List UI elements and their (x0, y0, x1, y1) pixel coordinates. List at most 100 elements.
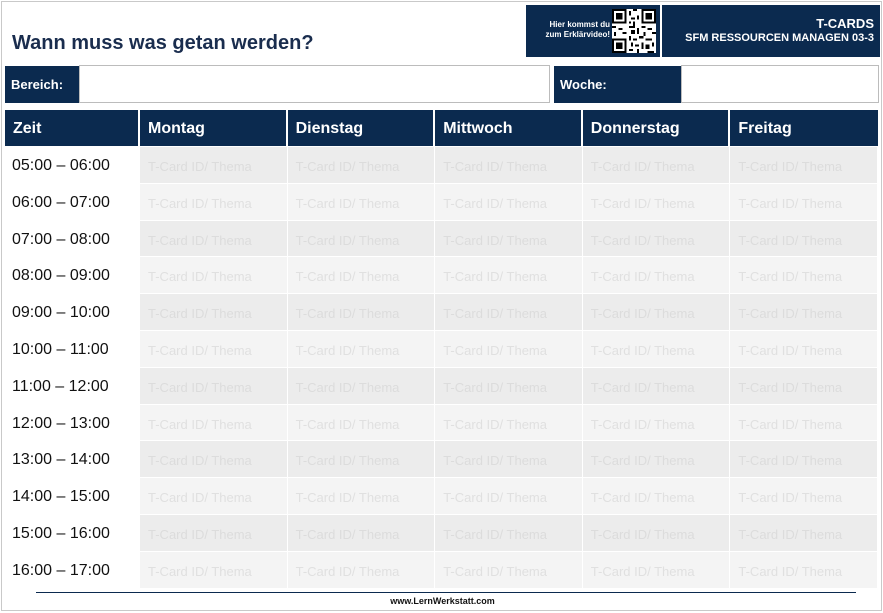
tcard-slot-dienstag[interactable]: T-Card ID/ Thema (287, 477, 436, 514)
tcard-slot-dienstag[interactable]: T-Card ID/ Thema (287, 329, 436, 367)
tcard-slot-mittwoch[interactable]: T-Card ID/ Thema (435, 477, 583, 514)
tcard-slot-montag[interactable]: T-Card ID/ Thema (140, 146, 288, 183)
tcard-slot-donnerstag[interactable]: T-Card ID/ Thema (582, 256, 731, 294)
time-slot-label: 07:00 – 08:00 (5, 219, 140, 257)
tcard-slot-dienstag[interactable]: T-Card ID/ Thema (287, 256, 436, 294)
tcard-slot-montag[interactable]: T-Card ID/ Thema (140, 550, 288, 588)
table-row: 11:00 – 12:00 T-Card ID/ Thema T-Card ID/ … (5, 366, 878, 404)
table-row: 13:00 – 14:00 T-Card ID/ Thema T-Card ID/ … (5, 440, 878, 478)
tcard-slot-montag[interactable]: T-Card ID/ Thema (140, 440, 288, 478)
tcard-slot-montag[interactable]: T-Card ID/ Thema (140, 219, 288, 257)
tcard-slot-mittwoch[interactable]: T-Card ID/ Thema (435, 513, 583, 551)
tcard-slot-mittwoch[interactable]: T-Card ID/ Thema (435, 219, 583, 257)
tcard-slot-mittwoch[interactable]: T-Card ID/ Thema (435, 256, 583, 294)
tcard-slot-donnerstag[interactable]: T-Card ID/ Thema (582, 293, 731, 330)
tcard-slot-dienstag[interactable]: T-Card ID/ Thema (287, 366, 436, 404)
tcard-slot-freitag[interactable]: T-Card ID/ Thema (730, 477, 878, 514)
tcard-slot-montag[interactable]: T-Card ID/ Thema (140, 513, 288, 551)
tcard-slot-mittwoch[interactable]: T-Card ID/ Thema (435, 182, 583, 220)
time-slot-label: 15:00 – 16:00 (5, 513, 140, 551)
tcard-slot-dienstag[interactable]: T-Card ID/ Thema (287, 146, 436, 183)
tcard-slot-freitag[interactable]: T-Card ID/ Thema (730, 329, 878, 367)
brand-box: T-CARDS SFM RESSOURCEN MANAGEN 03-3 (662, 5, 880, 57)
column-header-mittwoch: Mittwoch (435, 110, 583, 146)
column-header-montag: Montag (140, 110, 288, 146)
tcard-slot-mittwoch[interactable]: T-Card ID/ Thema (435, 403, 583, 441)
time-slot-label: 14:00 – 15:00 (5, 477, 140, 514)
tcard-slot-dienstag[interactable]: T-Card ID/ Thema (287, 550, 436, 588)
table-row: 08:00 – 09:00 T-Card ID/ Thema T-Card ID/ … (5, 256, 878, 294)
time-slot-label: 13:00 – 14:00 (5, 440, 140, 478)
tcard-slot-freitag[interactable]: T-Card ID/ Thema (730, 146, 878, 183)
tcard-slot-montag[interactable]: T-Card ID/ Thema (140, 182, 288, 220)
column-header-donnerstag: Donnerstag (582, 110, 731, 146)
brand-title: T-CARDS (816, 16, 874, 31)
tcard-slot-mittwoch[interactable]: T-Card ID/ Thema (435, 366, 583, 404)
tcard-slot-dienstag[interactable]: T-Card ID/ Thema (287, 513, 436, 551)
tcard-slot-montag[interactable]: T-Card ID/ Thema (140, 477, 288, 514)
tcard-slot-mittwoch[interactable]: T-Card ID/ Thema (435, 146, 583, 183)
tcard-slot-donnerstag[interactable]: T-Card ID/ Thema (582, 329, 731, 367)
tcard-slot-freitag[interactable]: T-Card ID/ Thema (730, 513, 878, 551)
tcard-slot-mittwoch[interactable]: T-Card ID/ Thema (435, 329, 583, 367)
tcard-slot-donnerstag[interactable]: T-Card ID/ Thema (582, 550, 731, 588)
qr-code-icon[interactable] (612, 9, 656, 53)
footer-url[interactable]: www.LernWerkstatt.com (2, 596, 883, 606)
tcard-slot-donnerstag[interactable]: T-Card ID/ Thema (582, 219, 731, 257)
tcard-slot-dienstag[interactable]: T-Card ID/ Thema (287, 219, 436, 257)
tcard-slot-dienstag[interactable]: T-Card ID/ Thema (287, 293, 436, 330)
time-slot-label: 08:00 – 09:00 (5, 256, 140, 294)
footer-divider (36, 592, 856, 593)
bereich-input[interactable] (79, 65, 550, 103)
tcard-slot-freitag[interactable]: T-Card ID/ Thema (730, 182, 878, 220)
table-row: 12:00 – 13:00 T-Card ID/ Thema T-Card ID/ … (5, 403, 878, 441)
column-header-zeit: Zeit (5, 110, 140, 146)
bereich-label: Bereich: (5, 66, 79, 103)
tcard-slot-dienstag[interactable]: T-Card ID/ Thema (287, 182, 436, 220)
tcard-slot-montag[interactable]: T-Card ID/ Thema (140, 403, 288, 441)
worksheet-page: Wann muss was getan werden? Hier kommst … (1, 1, 882, 611)
table-row: 05:00 – 06:00 T-Card ID/ Thema T-Card ID/ … (5, 146, 878, 183)
tcard-slot-montag[interactable]: T-Card ID/ Thema (140, 293, 288, 330)
time-slot-label: 16:00 – 17:00 (5, 550, 140, 588)
table-row: 16:00 – 17:00 T-Card ID/ Thema T-Card ID/ … (5, 550, 878, 588)
tcard-slot-montag[interactable]: T-Card ID/ Thema (140, 256, 288, 294)
woche-input[interactable] (681, 65, 879, 103)
tcard-slot-donnerstag[interactable]: T-Card ID/ Thema (582, 182, 731, 220)
time-slot-label: 11:00 – 12:00 (5, 366, 140, 404)
table-header-row: Zeit Montag Dienstag Mittwoch Donnerstag Frei… (5, 110, 878, 146)
tcard-slot-freitag[interactable]: T-Card ID/ Thema (730, 366, 878, 404)
tcard-slot-freitag[interactable]: T-Card ID/ Thema (730, 403, 878, 441)
table-row: 10:00 – 11:00 T-Card ID/ Thema T-Card ID/ … (5, 329, 878, 367)
tcard-slot-freitag[interactable]: T-Card ID/ Thema (730, 256, 878, 294)
tcard-slot-montag[interactable]: T-Card ID/ Thema (140, 329, 288, 367)
time-slot-label: 06:00 – 07:00 (5, 182, 140, 220)
tcard-slot-mittwoch[interactable]: T-Card ID/ Thema (435, 293, 583, 330)
qr-video-box[interactable]: Hier kommst du zum Erklärvideo! (526, 5, 660, 57)
qr-caption-line2: zum Erklärvideo! (545, 30, 610, 39)
tcard-slot-donnerstag[interactable]: T-Card ID/ Thema (582, 403, 731, 441)
column-header-freitag: Freitag (730, 110, 878, 146)
tcard-slot-mittwoch[interactable]: T-Card ID/ Thema (435, 550, 583, 588)
tcard-slot-freitag[interactable]: T-Card ID/ Thema (730, 550, 878, 588)
qr-caption: Hier kommst du zum Erklärvideo! (532, 20, 610, 40)
tcard-slot-freitag[interactable]: T-Card ID/ Thema (730, 293, 878, 330)
tcard-slot-freitag[interactable]: T-Card ID/ Thema (730, 440, 878, 478)
tcard-slot-donnerstag[interactable]: T-Card ID/ Thema (582, 366, 731, 404)
tcard-slot-dienstag[interactable]: T-Card ID/ Thema (287, 403, 436, 441)
tcard-slot-montag[interactable]: T-Card ID/ Thema (140, 366, 288, 404)
tcard-slot-donnerstag[interactable]: T-Card ID/ Thema (582, 440, 731, 478)
table-body: 05:00 – 06:00 T-Card ID/ Thema T-Card ID/ … (5, 146, 878, 588)
page-title: Wann muss was getan werden? (12, 32, 314, 54)
woche-label: Woche: (554, 66, 681, 103)
tcard-slot-mittwoch[interactable]: T-Card ID/ Thema (435, 440, 583, 478)
table-row: 15:00 – 16:00 T-Card ID/ Thema T-Card ID/ … (5, 513, 878, 551)
tcard-slot-donnerstag[interactable]: T-Card ID/ Thema (582, 477, 731, 514)
table-row: 07:00 – 08:00 T-Card ID/ Thema T-Card ID/ … (5, 219, 878, 257)
tcard-slot-donnerstag[interactable]: T-Card ID/ Thema (582, 146, 731, 183)
time-slot-label: 10:00 – 11:00 (5, 329, 140, 367)
tcard-slot-freitag[interactable]: T-Card ID/ Thema (730, 219, 878, 257)
time-slot-label: 12:00 – 13:00 (5, 403, 140, 441)
tcard-slot-donnerstag[interactable]: T-Card ID/ Thema (582, 513, 731, 551)
tcard-slot-dienstag[interactable]: T-Card ID/ Thema (287, 440, 436, 478)
